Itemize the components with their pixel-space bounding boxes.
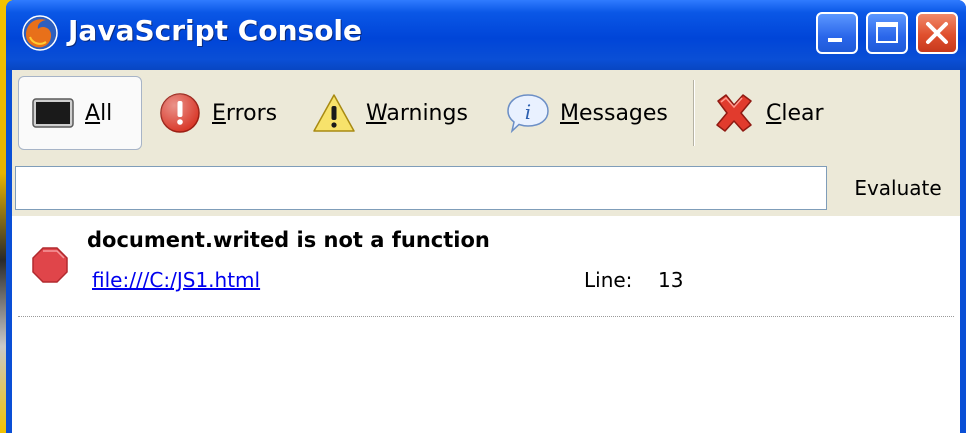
filter-errors-button[interactable]: Errors <box>158 76 277 150</box>
toolbar-separator <box>693 80 695 146</box>
error-line-number: 13 <box>658 268 684 292</box>
filter-all-button[interactable]: All <box>18 76 142 150</box>
error-stop-icon <box>32 247 68 283</box>
console-icon <box>32 98 74 128</box>
maximize-button[interactable] <box>866 12 908 54</box>
firefox-icon <box>22 15 58 51</box>
window-title: JavaScript Console <box>68 14 363 47</box>
javascript-console-window: JavaScript Console All Errors Warnings i… <box>6 0 966 433</box>
console-log-list: document.writed is not a function file:/… <box>12 216 960 433</box>
log-entry-divider <box>18 316 954 317</box>
minimize-icon <box>828 38 842 42</box>
evaluate-bar: Evaluate <box>12 158 960 216</box>
evaluate-button[interactable]: Evaluate <box>842 166 954 210</box>
console-client-area: All Errors Warnings i Messages Clear Eva… <box>12 70 960 433</box>
info-icon: i <box>507 94 549 134</box>
error-icon <box>160 93 200 133</box>
close-icon <box>926 22 948 44</box>
svg-text:i: i <box>525 100 531 124</box>
filter-all-label: All <box>85 100 113 126</box>
evaluate-input[interactable] <box>15 166 827 210</box>
clear-label: Clear <box>766 100 824 126</box>
filter-warnings-button[interactable]: Warnings <box>312 76 468 150</box>
minimize-button[interactable] <box>816 12 858 54</box>
error-message: document.writed is not a function <box>87 228 490 252</box>
maximize-icon <box>876 22 898 43</box>
filter-messages-button[interactable]: i Messages <box>506 76 668 150</box>
clear-button[interactable]: Clear <box>712 76 824 150</box>
clear-x-icon <box>716 94 752 132</box>
title-bar[interactable]: JavaScript Console <box>6 0 966 70</box>
warning-icon <box>313 94 355 132</box>
filter-toolbar: All Errors Warnings i Messages Clear <box>12 70 960 158</box>
close-window-button[interactable] <box>916 12 958 54</box>
filter-warnings-label: Warnings <box>366 100 468 126</box>
filter-messages-label: Messages <box>560 100 668 126</box>
error-line-label: Line: <box>584 268 633 292</box>
error-source-link[interactable]: file:///C:/JS1.html <box>92 268 260 292</box>
filter-errors-label: Errors <box>212 100 278 126</box>
